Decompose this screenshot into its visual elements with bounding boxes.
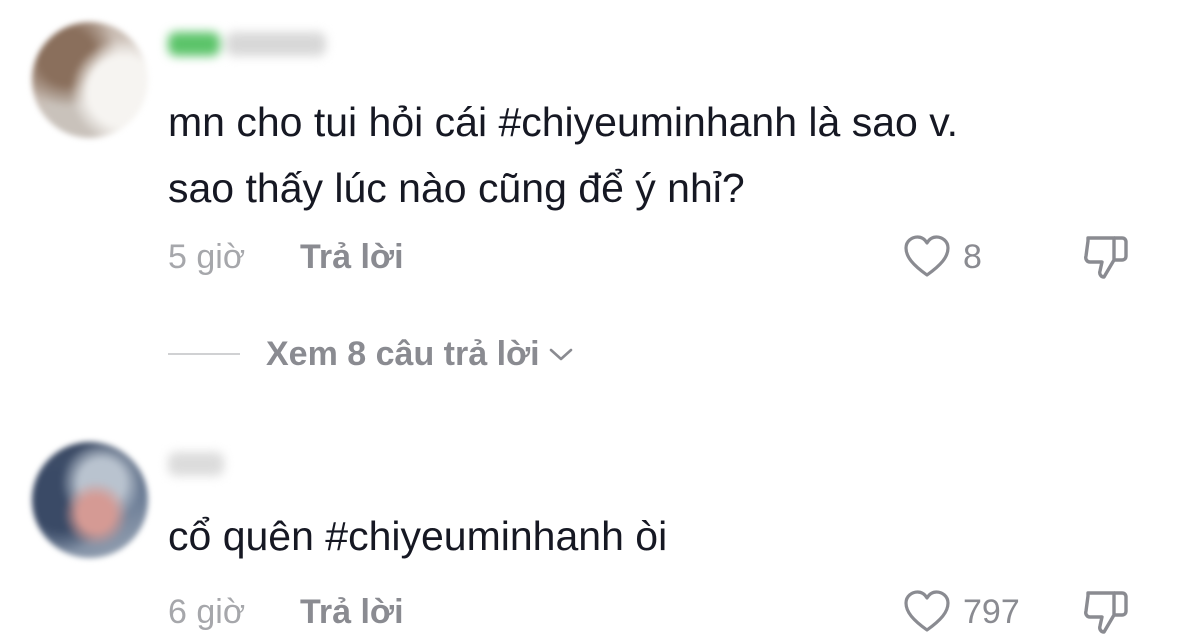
comment-item: mn cho tui hỏi cái #chiyeuminhanh là sao… — [0, 0, 1179, 373]
reply-button[interactable]: Trả lời — [300, 591, 404, 633]
thumbs-down-outline-icon[interactable] — [1080, 587, 1132, 637]
heart-outline-icon[interactable] — [903, 234, 951, 280]
comment-timestamp: 6 giờ — [168, 593, 246, 631]
view-replies-label: Xem 8 câu trả lời — [266, 335, 540, 373]
comment-text: cổ quên #chiyeuminhanh òi — [168, 513, 668, 559]
username-blurred[interactable] — [168, 444, 228, 484]
comment-meta: 6 giờ Trả lời 797 — [0, 587, 1179, 637]
heart-outline-icon[interactable] — [903, 589, 951, 635]
comment-meta: 5 giờ Trả lời 8 — [0, 232, 1179, 282]
like-button[interactable]: 797 — [903, 587, 1020, 637]
like-count: 797 — [963, 593, 1020, 631]
avatar[interactable] — [32, 442, 148, 558]
chevron-down-icon — [548, 344, 574, 364]
username-blurred[interactable] — [168, 24, 348, 64]
comment-item: cổ quên #chiyeuminhanh òi 6 giờ Trả lời … — [0, 420, 1179, 638]
thumbs-down-outline-icon[interactable] — [1080, 232, 1132, 282]
reply-button[interactable]: Trả lời — [300, 236, 404, 278]
avatar[interactable] — [32, 22, 148, 138]
comment-timestamp: 5 giờ — [168, 238, 246, 276]
comment-text: mn cho tui hỏi cái #chiyeuminhanh là sao… — [168, 99, 959, 211]
view-replies-button[interactable]: Xem 8 câu trả lời — [168, 330, 574, 378]
like-button[interactable]: 8 — [903, 232, 982, 282]
like-count: 8 — [963, 238, 982, 276]
divider-line — [168, 353, 240, 355]
